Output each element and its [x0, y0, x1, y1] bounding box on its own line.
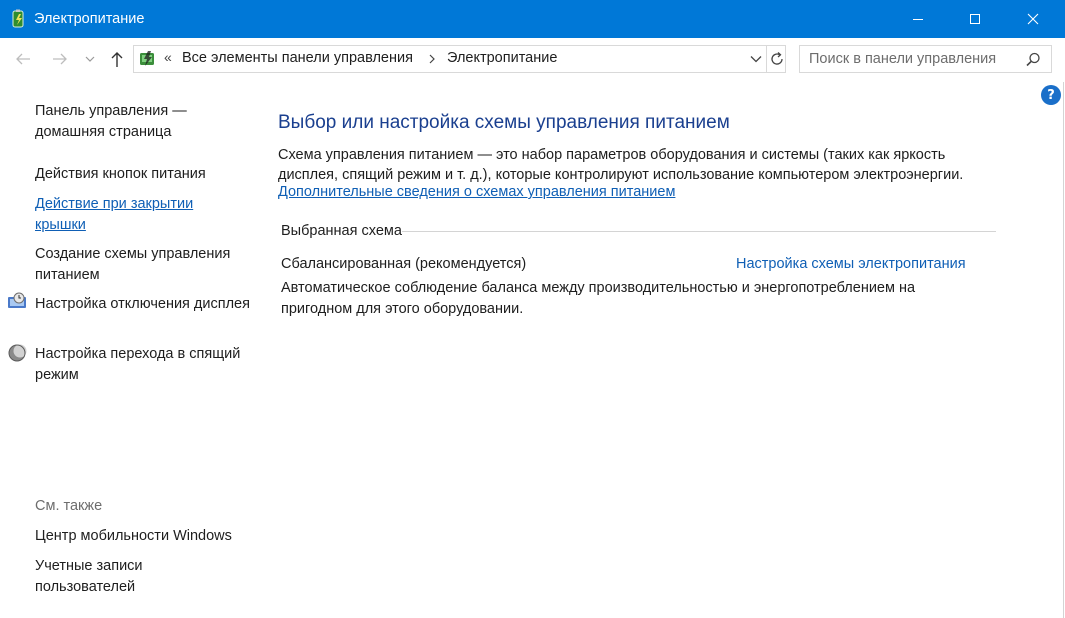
navigation-bar: « Все элементы панели управления Электро…	[0, 38, 1065, 82]
sidebar-item-create-plan[interactable]: Создание схемы управления питанием	[35, 244, 250, 285]
breadcrumb-all-control-panel-items[interactable]: Все элементы панели управления	[182, 50, 413, 66]
sidebar-item-display-off[interactable]: Настройка отключения дисплея	[35, 294, 250, 315]
chevron-down-icon	[750, 56, 762, 63]
help-button[interactable]: ?	[1041, 85, 1061, 105]
breadcrumb-power-options[interactable]: Электропитание	[447, 50, 557, 66]
search-box[interactable]	[799, 45, 1052, 73]
recent-locations-button[interactable]	[82, 48, 98, 70]
minimize-button[interactable]	[895, 0, 941, 38]
arrow-up-icon	[111, 52, 123, 67]
close-button[interactable]	[1010, 0, 1056, 38]
window-title: Электропитание	[34, 11, 145, 27]
sleep-moon-icon	[8, 344, 27, 362]
maximize-icon	[970, 14, 980, 24]
plan-name: Сбалансированная (рекомендуется)	[281, 256, 527, 272]
sidebar-item-sleep[interactable]: Настройка перехода в спящий режим	[35, 344, 250, 385]
sidebar-item-user-accounts[interactable]: Учетные записи пользователей	[35, 556, 185, 597]
minimize-icon	[913, 19, 923, 20]
forward-button[interactable]	[49, 48, 71, 70]
arrow-right-icon	[53, 53, 67, 65]
chevron-down-icon	[85, 56, 95, 62]
breadcrumb-separator-icon[interactable]	[428, 50, 438, 68]
change-plan-settings-link[interactable]: Настройка схемы электропитания	[736, 256, 966, 272]
refresh-button[interactable]	[766, 46, 786, 72]
selected-plan-heading: Выбранная схема	[281, 223, 402, 239]
see-also-heading: См. также	[35, 498, 103, 514]
sidebar-item-lid-close[interactable]: Действие при закрытии крышки	[35, 194, 220, 235]
section-divider	[402, 231, 996, 232]
plan-description: Автоматическое соблюдение баланса между …	[281, 280, 916, 317]
title-bar: Электропитание	[0, 0, 1065, 38]
right-border	[1063, 82, 1064, 618]
power-options-icon	[12, 9, 24, 28]
refresh-icon	[770, 52, 783, 65]
back-button[interactable]	[12, 48, 34, 70]
sidebar-item-power-buttons[interactable]: Действия кнопок питания	[35, 164, 250, 185]
control-panel-icon	[140, 51, 154, 66]
address-dropdown-button[interactable]	[748, 50, 764, 68]
maximize-button[interactable]	[952, 0, 998, 38]
close-icon	[1027, 13, 1039, 25]
more-info-link[interactable]: Дополнительные сведения о схемах управле…	[278, 184, 675, 200]
display-timeout-icon	[8, 292, 26, 308]
page-title: Выбор или настройка схемы управления пит…	[278, 112, 730, 133]
address-bar[interactable]: « Все элементы панели управления Электро…	[133, 45, 786, 73]
sidebar-item-control-panel-home[interactable]: Панель управления — домашняя страница	[35, 101, 250, 142]
breadcrumb-overflow[interactable]: «	[164, 49, 172, 65]
arrow-left-icon	[16, 53, 30, 65]
up-button[interactable]	[106, 48, 128, 70]
search-input[interactable]	[800, 46, 1020, 72]
sidebar-item-mobility-center[interactable]: Центр мобильности Windows	[35, 526, 250, 547]
search-icon[interactable]	[1024, 51, 1042, 69]
page-description: Схема управления питанием — это набор па…	[278, 147, 964, 183]
